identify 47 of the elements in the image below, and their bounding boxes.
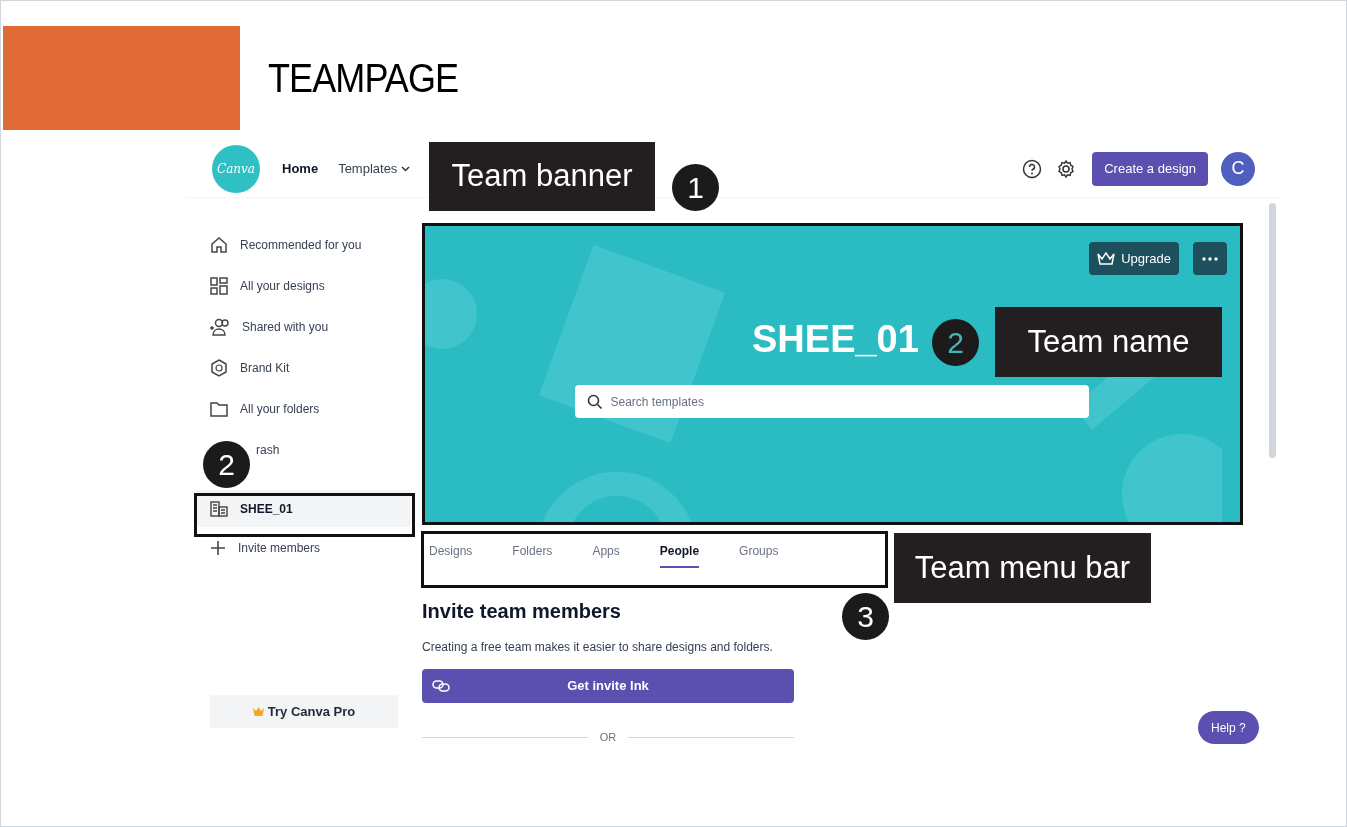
search-field[interactable]: Search templates [574, 385, 1089, 418]
create-design-button[interactable]: Create a design [1092, 151, 1208, 186]
folder-icon [210, 400, 228, 417]
nav-link[interactable]: Home [282, 158, 319, 179]
hexagon-icon [210, 358, 228, 377]
callout-label: Team banner [429, 142, 655, 211]
sidebar-item[interactable]: Invite members [186, 527, 422, 568]
crown-icon [1097, 251, 1116, 266]
team-tab[interactable]: Folders [512, 540, 553, 568]
get-invite-link-button[interactable]: Get invite lnk [422, 669, 794, 703]
or-divider-text: OR [599, 730, 617, 745]
team-name: SHEE_01 [752, 320, 920, 358]
help-button[interactable]: Help ? [1198, 711, 1259, 744]
chevron-down-icon [401, 165, 411, 172]
team-tab[interactable]: Groups [739, 540, 779, 568]
grid-icon [210, 276, 228, 295]
try-canva-pro-button[interactable]: Try Canva Pro [210, 695, 398, 728]
home-icon [210, 235, 228, 254]
plus-icon [210, 539, 226, 556]
sidebar-item[interactable]: rash [256, 429, 280, 470]
sidebar-item[interactable]: SHEE_01 [197, 490, 411, 527]
team-tab[interactable]: People [659, 540, 700, 568]
more-options-button[interactable] [1193, 242, 1227, 275]
invite-heading: Invite team members [422, 599, 621, 624]
settings-icon[interactable] [1056, 158, 1077, 179]
invite-description: Creating a free team makes it easier to share designs and folders. [422, 639, 774, 656]
help-icon[interactable] [1022, 158, 1043, 179]
slide-title: TEAMPAGE [268, 55, 459, 102]
search-icon [586, 394, 603, 410]
nav-link[interactable]: Templates [338, 158, 411, 179]
more-icon [1202, 256, 1218, 261]
scrollbar[interactable] [1269, 203, 1276, 458]
sidebar-item[interactable]: Shared with you [186, 306, 422, 347]
building-icon [210, 500, 228, 517]
crown-icon [252, 707, 264, 716]
sidebar-item[interactable]: Brand Kit [186, 347, 422, 388]
upgrade-button[interactable]: Upgrade [1089, 242, 1179, 275]
sidebar-item[interactable]: All your folders [186, 388, 422, 429]
callout-label: Team name [995, 307, 1222, 377]
people-icon [210, 317, 230, 336]
team-tab[interactable]: Designs [429, 540, 473, 568]
callout-label: Team menu bar [894, 533, 1151, 603]
sidebar-item[interactable]: Recommended for you [186, 224, 422, 265]
link-icon [432, 679, 450, 693]
sidebar-item[interactable]: All your designs [186, 265, 422, 306]
team-tab[interactable]: Apps [592, 540, 620, 568]
user-avatar[interactable]: C [1221, 151, 1255, 186]
